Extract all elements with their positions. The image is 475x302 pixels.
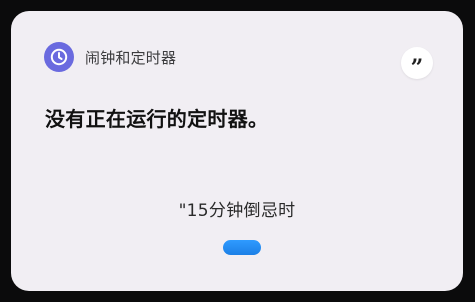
quote-button[interactable]: ” <box>401 47 433 79</box>
app-name: 闹钟和定时器 <box>85 48 177 67</box>
microphone-pill-icon[interactable] <box>223 240 261 255</box>
quote-icon: ” <box>410 55 424 81</box>
assistant-card: 闹钟和定时器 ” 没有正在运行的定时器。 "15分钟倒忌时 <box>11 11 463 291</box>
screen: 闹钟和定时器 ” 没有正在运行的定时器。 "15分钟倒忌时 <box>0 0 475 302</box>
clock-icon <box>44 42 74 72</box>
suggestion-chip[interactable]: "15分钟倒忌时 <box>11 196 463 221</box>
app-header: 闹钟和定时器 <box>44 42 176 72</box>
status-message: 没有正在运行的定时器。 <box>45 107 269 131</box>
